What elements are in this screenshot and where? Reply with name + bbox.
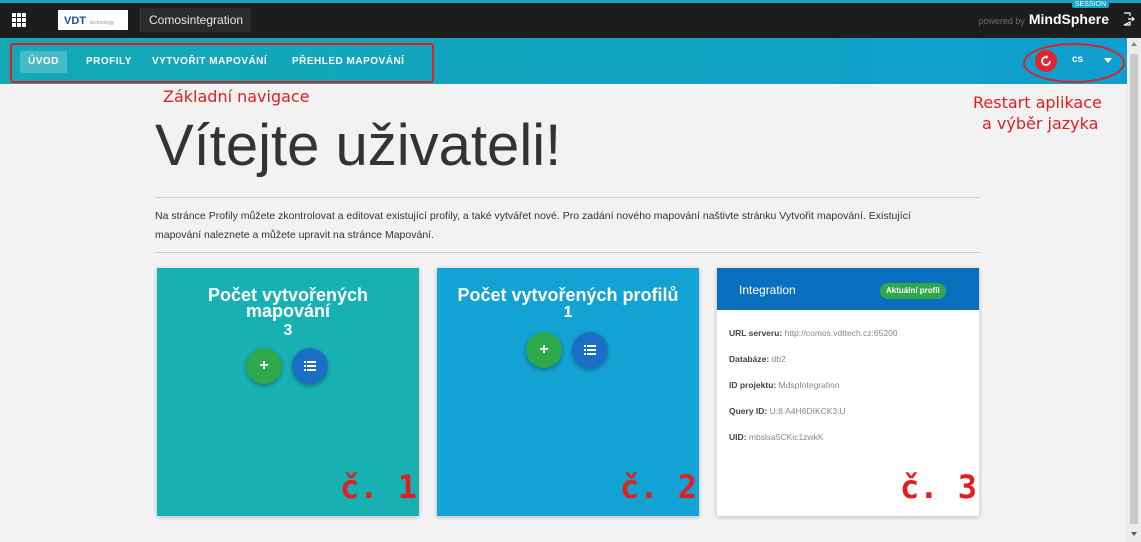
profile-info-row: ID projektu: MdspIntegration [729, 380, 840, 390]
intro-line-2: mapování naleznete a můžete upravit na s… [155, 229, 434, 241]
profile-info-row: UID: mbslsa5CKic1zwkK [729, 432, 824, 442]
powered-by-text: powered by [978, 16, 1025, 26]
database-value: db2 [771, 354, 786, 364]
list-icon [304, 361, 316, 371]
logo-text: VDT [64, 15, 86, 27]
card2-annotation: č. 2 [620, 468, 698, 506]
profiles-card-title: Počet vytvořených profilů [457, 285, 679, 305]
profile-name: Integration [739, 283, 796, 297]
top-accent-line [0, 0, 1141, 3]
mappings-count-card: Počet vytvořených mapování 3 + č. 1 [157, 268, 419, 516]
profiles-count-card: Počet vytvořených profilů 1 + č. 2 [437, 268, 699, 516]
profile-card-header: Integration Aktuální profil [717, 268, 979, 310]
profile-info-row: URL serveru: http://comos.vdttech.cz:652… [729, 328, 898, 338]
uid-value: mbslsa5CKic1zwkK [748, 432, 824, 442]
intro-line-1: Na stránce Profily můžete zkontrolovat a… [155, 210, 911, 222]
add-profile-button[interactable]: + [526, 332, 562, 368]
profile-info-row: Query ID: U:8:A4H6DIKCK3:U [729, 406, 846, 416]
profile-info-row: Databáze: db2 [729, 354, 786, 364]
mappings-count: 3 [283, 322, 293, 339]
list-icon [584, 345, 596, 355]
app-title[interactable]: Comosintegration [140, 8, 252, 32]
scroll-thumb[interactable] [1130, 54, 1138, 524]
restart-annotation-line1: Restart aplikace [973, 93, 1102, 112]
session-badge: SESSION [1071, 1, 1109, 8]
scroll-down-icon[interactable] [1131, 532, 1137, 536]
scroll-up-icon[interactable] [1131, 42, 1137, 46]
card3-annotation: č. 3 [900, 468, 978, 506]
uid-label: UID: [729, 432, 747, 442]
top-bar: VDT technology Comosintegration SESSION … [0, 0, 1141, 38]
server-url-value: http://comos.vdttech.cz:65200 [784, 328, 898, 338]
divider [155, 197, 980, 198]
powered-by: SESSION powered by MindSphere [978, 1, 1109, 27]
list-profiles-button[interactable] [572, 332, 608, 368]
query-id-value: U:8:A4H6DIKCK3:U [769, 406, 846, 416]
database-label: Databáze: [729, 354, 770, 364]
restart-annotation-line2: a výběr jazyka [982, 114, 1099, 133]
welcome-heading: Vítejte uživateli! [155, 113, 562, 178]
current-profile-card: Integration Aktuální profil URL serveru:… [717, 268, 979, 516]
nav-annotation-label: Základní navigace [163, 87, 310, 106]
card1-annotation: č. 1 [340, 468, 418, 506]
add-mapping-button[interactable]: + [246, 348, 282, 384]
server-url-label: URL serveru: [729, 328, 783, 338]
current-profile-badge: Aktuální profil [880, 283, 946, 299]
company-logo: VDT technology [58, 10, 128, 30]
intro-text: Na stránce Profily můžete zkontrolovat a… [155, 207, 980, 245]
profiles-count: 1 [563, 304, 573, 321]
mappings-card-title-line2: mapování [245, 301, 331, 321]
logo-sub-text: technology [90, 20, 115, 26]
project-id-value: MdspIntegration [778, 380, 840, 390]
mindsphere-brand: MindSphere [1028, 11, 1109, 27]
project-id-label: ID projektu: [729, 380, 777, 390]
nav-annotation-box [10, 43, 434, 83]
divider [155, 252, 980, 253]
restart-annotation-ellipse [1023, 43, 1125, 83]
vertical-scrollbar[interactable] [1127, 38, 1141, 542]
logout-icon[interactable] [1123, 12, 1135, 26]
query-id-label: Query ID: [729, 406, 768, 416]
list-mappings-button[interactable] [292, 348, 328, 384]
apps-grid-icon[interactable] [12, 13, 26, 27]
